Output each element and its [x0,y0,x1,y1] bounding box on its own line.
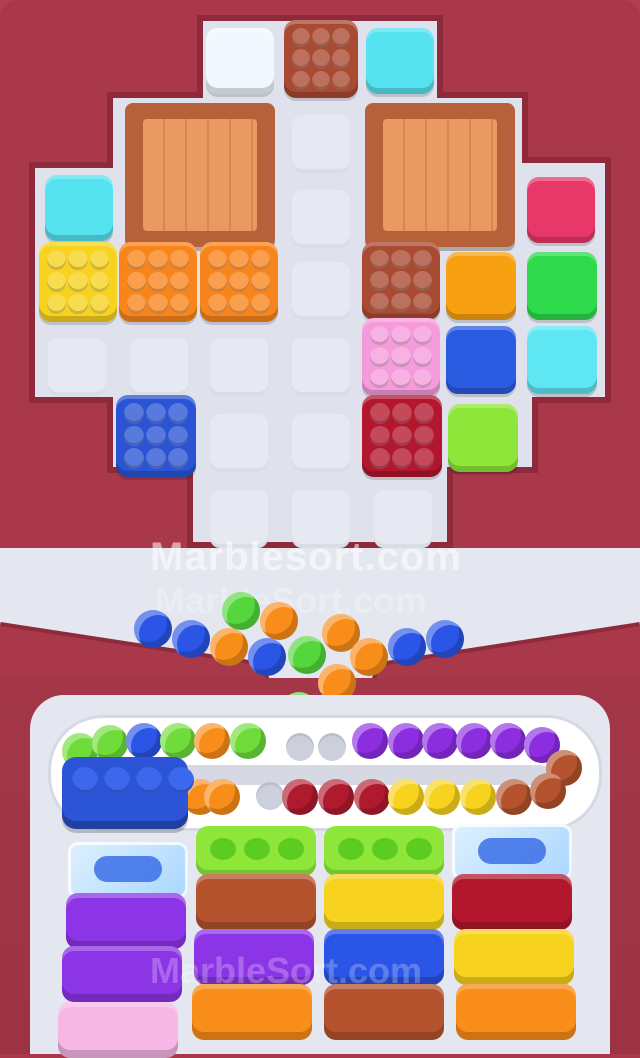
empty-cell [48,338,106,396]
crimson-bubble-tile[interactable] [362,395,442,477]
brown-container[interactable] [196,874,316,930]
marble-crimson [318,779,354,815]
lime-cap-container[interactable] [324,826,444,876]
empty-cell [210,338,268,396]
marble-green [288,636,326,674]
brown-bubble-tile[interactable] [284,20,358,98]
pink-bubble-tile[interactable] [362,318,440,396]
brown-bubble-tile[interactable] [362,242,440,320]
marble-blue [426,620,464,658]
empty-cell [292,414,350,472]
marble-blue [126,723,162,759]
marble-brown [530,773,566,809]
purple-container[interactable] [66,893,186,949]
empty-cell [292,338,350,396]
empty-slot [256,782,284,810]
empty-cell [210,414,268,472]
cyan-tile[interactable] [45,175,113,241]
cyan-tile[interactable] [366,28,434,94]
empty-cell [292,115,350,173]
marble-orange [204,779,240,815]
empty-cell [130,338,188,396]
marble-purple [388,723,424,759]
white-tile[interactable] [206,28,274,94]
marble-green [222,592,260,630]
marble-blue [172,620,210,658]
empty-slot [318,733,346,761]
lime-cap-container[interactable] [196,826,316,876]
yellow-container[interactable] [454,929,574,985]
lime-tile[interactable] [448,404,518,472]
pink-tile[interactable] [527,177,595,243]
marble-blue [134,610,172,648]
marble-orange [260,602,298,640]
empty-cell [292,190,350,248]
marble-yellow [388,779,424,815]
yellow-bubble-tile[interactable] [39,242,117,322]
orange-bubble-tile[interactable] [119,242,197,322]
empty-cell [292,262,350,320]
blue-tile[interactable] [446,326,516,394]
frozen-container [68,842,188,898]
green-tile[interactable] [527,252,597,320]
pink-container[interactable] [58,1002,178,1058]
empty-slot [286,733,314,761]
marble-purple [490,723,526,759]
marble-brown [496,779,532,815]
yellow-container[interactable] [324,874,444,930]
orange-container[interactable] [456,984,576,1040]
marble-crimson [282,779,318,815]
marble-crimson [354,779,390,815]
wooden-crate [365,103,515,247]
cyan-tile[interactable] [527,326,597,394]
marble-yellow [460,779,496,815]
frozen-container [452,824,572,880]
blue-collector-block[interactable] [62,757,194,829]
orange-tile[interactable] [446,252,516,320]
watermark: Marblesort.com [150,535,462,579]
marble-orange [194,723,230,759]
crimson-container[interactable] [452,874,572,930]
marble-yellow [424,779,460,815]
marble-purple [456,723,492,759]
orange-bubble-tile[interactable] [200,242,278,322]
marble-purple [352,723,388,759]
marble-green [230,723,266,759]
marble-blue [388,628,426,666]
marble-purple [422,723,458,759]
marble-orange [350,638,388,676]
marble-green [92,725,128,761]
marble-blue [248,638,286,676]
wooden-crate [125,103,275,247]
blue-bubble-tile[interactable] [116,395,196,477]
marble-green [160,723,196,759]
orange-container[interactable] [192,984,312,1040]
marble-orange [210,628,248,666]
watermark: MarbleSort.com [150,950,423,991]
brown-container[interactable] [324,984,444,1040]
